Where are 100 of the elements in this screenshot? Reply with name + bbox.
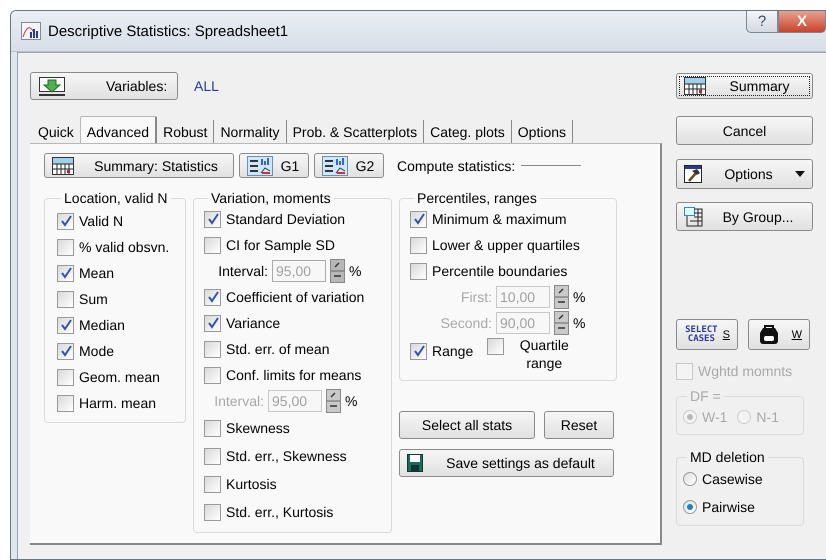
graph-button[interactable]: G1 <box>239 153 309 178</box>
checkbox-label: Harm. mean <box>79 395 156 411</box>
checkbox[interactable] <box>57 316 74 334</box>
save-settings-button[interactable]: Save settings as default <box>399 449 614 477</box>
chart-icon <box>247 156 273 176</box>
checkbox-label: Std. err., Skewness <box>226 448 347 464</box>
save-icon <box>407 454 423 472</box>
checkbox[interactable] <box>204 210 221 228</box>
checkbox[interactable] <box>57 394 74 412</box>
variables-button[interactable]: Variables: <box>30 72 178 100</box>
reset-button[interactable]: Reset <box>544 411 614 439</box>
checkbox[interactable] <box>204 420 221 436</box>
field-label: Interval: <box>213 393 264 409</box>
radio-button[interactable] <box>683 500 697 514</box>
group-title: MD deletion <box>689 449 766 465</box>
checkbox-label: CI for Sample SD <box>226 237 335 253</box>
cancel-button[interactable]: Cancel <box>676 116 813 145</box>
screen-arrow-icon <box>38 76 66 96</box>
checkbox-label: Coefficient of variation <box>226 289 364 305</box>
check-mark-icon <box>60 345 72 357</box>
checkbox[interactable] <box>57 368 74 386</box>
checkbox-label: Mode <box>79 343 114 359</box>
unit-label: % <box>573 315 586 331</box>
checkbox[interactable] <box>410 342 427 360</box>
group-title: Percentiles, ranges <box>416 190 538 206</box>
compute-statistics-label: Compute statistics: <box>397 158 516 174</box>
checkbox-label: Std. err., Kurtosis <box>226 504 334 520</box>
checkbox[interactable] <box>204 288 221 306</box>
checkbox[interactable] <box>410 210 427 228</box>
help-button[interactable]: ? <box>746 11 778 33</box>
check-mark-icon <box>60 267 72 279</box>
graph-button[interactable]: G2 <box>314 153 384 178</box>
checkbox[interactable] <box>410 262 427 280</box>
checkbox-label: Standard Deviation <box>226 211 346 227</box>
options-button[interactable]: Options <box>676 159 813 189</box>
radio-label: W-1 <box>702 409 728 425</box>
checkbox-label: Minimum & maximum <box>432 211 567 227</box>
checkbox[interactable] <box>204 236 221 254</box>
checkbox-label: Percentile boundaries <box>432 263 568 279</box>
checkbox-label: % valid obsvn. <box>79 239 170 255</box>
checkbox-label: Wghtd momnts <box>698 363 792 379</box>
variables-value: ALL <box>194 78 219 94</box>
weight-button[interactable]: W <box>748 319 810 350</box>
unit-label: % <box>573 289 586 305</box>
spinner-icon[interactable] <box>326 389 341 413</box>
field-label: First: <box>460 289 492 305</box>
group-title: Location, valid N <box>63 190 169 206</box>
checkbox[interactable] <box>204 366 221 384</box>
checkbox-label: Range <box>432 343 474 359</box>
checkbox[interactable] <box>204 504 221 520</box>
chart-app-icon <box>21 22 41 40</box>
checkbox-label: Quartile range <box>518 336 570 372</box>
tab[interactable]: Quick <box>32 120 80 144</box>
select-all-stats-button[interactable]: Select all stats <box>399 411 535 439</box>
check-mark-icon <box>60 215 72 227</box>
group-title: DF = <box>689 388 722 404</box>
checkbox[interactable] <box>204 314 221 332</box>
grid-icon <box>684 206 703 226</box>
window-title: Descriptive Statistics: Spreadsheet1 <box>48 22 290 40</box>
checkbox-label: Skewness <box>226 420 290 436</box>
radio-label: Pairwise <box>702 499 755 515</box>
checkbox[interactable] <box>57 290 74 308</box>
checkbox-label: Kurtosis <box>226 476 277 492</box>
checkbox-label: Conf. limits for means <box>226 367 362 383</box>
radio-label: N-1 <box>756 409 779 425</box>
checkbox-label: Valid N <box>79 213 124 229</box>
check-mark-icon <box>412 213 424 225</box>
checkbox-label: Sum <box>79 291 108 307</box>
checkbox-label: Lower & upper quartiles <box>432 237 580 253</box>
check-mark-icon <box>206 317 218 329</box>
summary-button[interactable]: Summary <box>676 73 813 99</box>
field-label: Interval: <box>217 263 268 279</box>
checkbox-label: Geom. mean <box>79 369 160 385</box>
checkbox-label: Std. err. of mean <box>226 341 330 357</box>
checkbox[interactable] <box>57 264 74 282</box>
group-title: Variation, moments <box>210 190 332 206</box>
checkbox[interactable] <box>57 342 74 360</box>
unit-label: % <box>345 393 358 409</box>
checkbox[interactable] <box>487 338 504 355</box>
radio-label: Casewise <box>702 471 763 487</box>
summary-statistics-button[interactable]: Summary: Statistics <box>44 153 234 178</box>
checkbox[interactable] <box>204 476 221 492</box>
checkbox-label: Median <box>79 317 125 333</box>
radio-button[interactable] <box>683 472 697 486</box>
check-mark-icon <box>60 319 72 331</box>
checkbox[interactable] <box>204 448 221 464</box>
spinner-icon[interactable] <box>554 285 569 309</box>
caret-icon <box>795 171 805 177</box>
tab[interactable]: Advanced <box>80 116 158 144</box>
table-icon <box>684 77 706 95</box>
by-group-button[interactable]: By Group... <box>676 202 813 231</box>
checkbox[interactable] <box>204 340 221 358</box>
spinner-icon[interactable] <box>330 259 345 283</box>
unit-label: % <box>349 263 362 279</box>
checkbox-label: Variance <box>226 315 280 331</box>
spinner-icon[interactable] <box>554 311 569 335</box>
checkbox[interactable] <box>57 212 74 230</box>
checkbox[interactable] <box>57 238 74 256</box>
checkbox[interactable] <box>410 236 427 254</box>
table-icon <box>52 156 74 174</box>
